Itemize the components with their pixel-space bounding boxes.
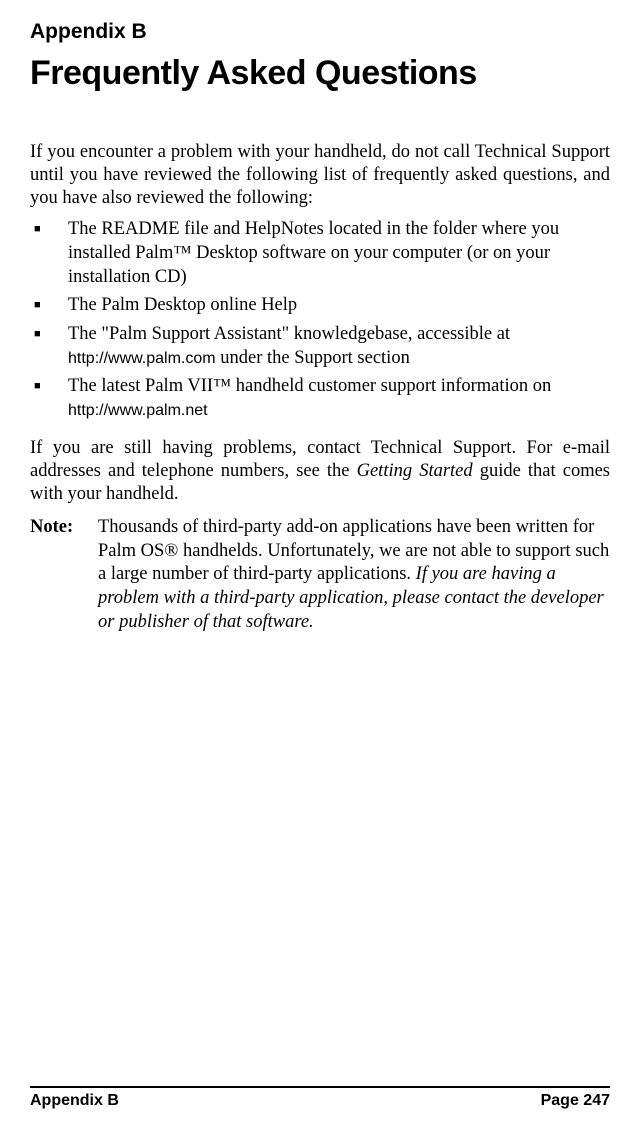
page-footer: Appendix B Page 247	[30, 1086, 610, 1110]
bullet-list: The README file and HelpNotes located in…	[30, 218, 610, 422]
footer-right: Page 247	[541, 1092, 610, 1110]
list-text: under the Support section	[216, 348, 410, 368]
italic-text: Getting Started	[357, 461, 473, 481]
list-item: The Palm Desktop online Help	[30, 294, 610, 318]
list-text: The README file and HelpNotes located in…	[68, 219, 559, 286]
url-text: http://www.palm.com	[68, 350, 216, 367]
list-text: The "Palm Support Assistant" knowledgeba…	[68, 324, 510, 344]
note-block: Note: Thousands of third-party add-on ap…	[30, 516, 610, 634]
list-text: The latest Palm VII™ handheld customer s…	[68, 376, 551, 396]
url-text: http://www.palm.net	[68, 402, 208, 419]
list-item: The README file and HelpNotes located in…	[30, 218, 610, 289]
list-item: The latest Palm VII™ handheld customer s…	[30, 375, 610, 422]
note-label: Note:	[30, 516, 73, 540]
list-item: The "Palm Support Assistant" knowledgeba…	[30, 323, 610, 370]
list-text: The Palm Desktop online Help	[68, 295, 297, 315]
page-title: Frequently Asked Questions	[30, 54, 610, 93]
intro-paragraph: If you encounter a problem with your han…	[30, 141, 610, 210]
contact-paragraph: If you are still having problems, contac…	[30, 437, 610, 506]
footer-left: Appendix B	[30, 1092, 119, 1110]
appendix-label: Appendix B	[30, 20, 610, 44]
